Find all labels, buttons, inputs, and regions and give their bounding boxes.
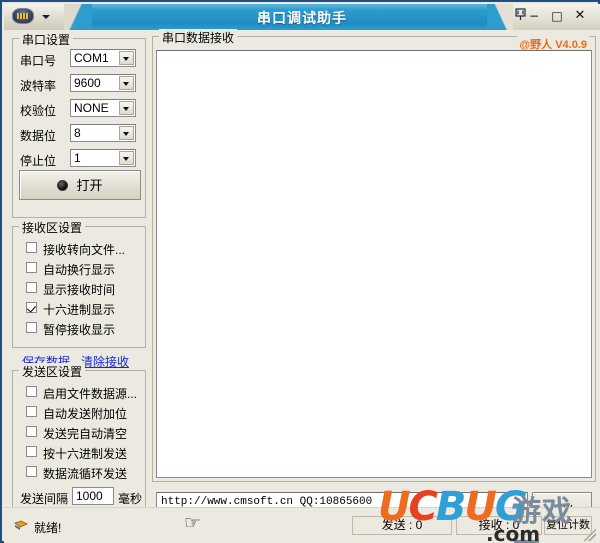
parity-label: 校验位 <box>20 104 57 118</box>
checkbox-label: 暂停接收显示 <box>43 323 116 337</box>
checkbox-box <box>26 386 37 397</box>
checkbox-box <box>26 406 37 417</box>
close-button[interactable]: ✕ <box>572 9 588 24</box>
maximize-button[interactable]: □ <box>549 9 565 24</box>
open-port-label: 打开 <box>76 178 103 193</box>
status-send-count: 发送 : 0 <box>352 516 452 535</box>
receive-data-title: 串口数据接收 <box>159 29 238 46</box>
resize-grip[interactable] <box>584 529 596 541</box>
client-area: 串口设置 串口号 COM1 波特率 9600 校验位 NONE 数据位 8 停止… <box>4 29 600 541</box>
checkbox-box <box>26 426 37 437</box>
baud-label: 波特率 <box>20 79 57 93</box>
databits-label: 数据位 <box>20 129 57 143</box>
window-controls: − □ ✕ <box>487 4 600 30</box>
send-interval-unit: 毫秒 <box>118 492 143 506</box>
databits-value: 8 <box>74 126 81 140</box>
serial-settings-title: 串口设置 <box>19 31 74 48</box>
checkbox-box <box>26 262 37 273</box>
chevron-down-icon[interactable] <box>119 151 134 165</box>
receive-settings-title: 接收区设置 <box>19 219 86 236</box>
checkbox-label: 自动换行显示 <box>43 263 116 277</box>
port-combo[interactable]: COM1 <box>70 49 136 67</box>
window-frame: 串口调试助手 − □ ✕ 串口设置 串口号 COM1 波特率 9600 校验位 … <box>0 0 600 543</box>
send-interval-input[interactable]: 1000 <box>72 487 114 505</box>
port-label: 串口号 <box>20 54 57 68</box>
chevron-down-icon[interactable] <box>119 51 134 65</box>
power-dot-icon <box>57 180 69 191</box>
checkbox-label: 发送完自动清空 <box>43 427 128 441</box>
databits-combo[interactable]: 8 <box>70 124 136 142</box>
checkbox-label: 自动发送附加位 <box>43 407 128 421</box>
stopbits-label: 停止位 <box>20 154 57 168</box>
parity-combo[interactable]: NONE <box>70 99 136 117</box>
chevron-down-icon[interactable] <box>119 101 134 115</box>
status-receive-count: 接收 : 0 <box>456 516 542 535</box>
mouse-cursor-hand: ☞ <box>184 512 202 534</box>
minimize-button[interactable]: − <box>526 9 542 24</box>
send-settings-title: 发送区设置 <box>19 363 86 380</box>
checkbox-box-checked <box>26 302 37 313</box>
status-ready-text: 就绪! <box>34 521 62 535</box>
checkbox-label: 数据流循环发送 <box>43 467 128 481</box>
parity-value: NONE <box>74 101 109 115</box>
receive-textarea[interactable] <box>156 50 592 478</box>
serial-debug-assistant-window: 串口调试助手 − □ ✕ 串口设置 串口号 COM1 波特率 9600 校验位 … <box>0 0 600 543</box>
checkbox-label: 按十六进制发送 <box>43 447 128 461</box>
status-ready-icon <box>14 520 28 530</box>
baud-combo[interactable]: 9600 <box>70 74 136 92</box>
checkbox-label: 启用文件数据源... <box>43 387 138 401</box>
port-value: COM1 <box>74 51 109 65</box>
open-port-button[interactable]: 打开 <box>19 170 141 200</box>
checkbox-box <box>26 446 37 457</box>
stopbits-value: 1 <box>74 151 81 165</box>
checkbox-label: 十六进制显示 <box>43 303 116 317</box>
checkbox-box <box>26 282 37 293</box>
stopbits-combo[interactable]: 1 <box>70 149 136 167</box>
clear-receive-link[interactable]: 清除接收 <box>81 353 129 370</box>
checkbox-label: 显示接收时间 <box>43 283 116 297</box>
checkbox-box <box>26 322 37 333</box>
checkbox-label: 接收转向文件... <box>43 243 126 257</box>
checkbox-box <box>26 242 37 253</box>
send-interval-label: 发送间隔 <box>20 492 69 506</box>
chevron-down-icon[interactable] <box>119 76 134 90</box>
checkbox-box <box>26 466 37 477</box>
status-bar: 就绪! 发送 : 0 接收 : 0 复位计数 <box>4 507 600 543</box>
baud-value: 9600 <box>74 76 101 90</box>
title-bar: 串口调试助手 − □ ✕ <box>4 4 600 30</box>
chevron-down-icon[interactable] <box>119 126 134 140</box>
